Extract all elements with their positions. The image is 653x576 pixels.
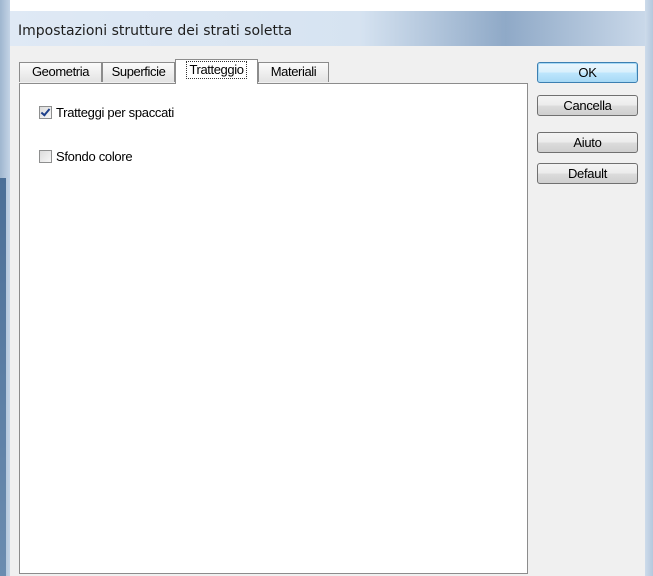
tab-label: Superficie bbox=[111, 64, 166, 79]
window-frame-right bbox=[645, 0, 653, 576]
cancel-button[interactable]: Cancella bbox=[537, 95, 638, 116]
tab-label: Geometria bbox=[31, 64, 90, 79]
checkbox-label: Sfondo colore bbox=[56, 148, 133, 164]
checkbox-label: Tratteggi per spaccati bbox=[56, 104, 174, 120]
tab-geometria[interactable]: Geometria bbox=[19, 62, 102, 82]
dialog-window: Impostazioni strutture dei strati solett… bbox=[0, 0, 653, 576]
tab-label: Materiali bbox=[270, 64, 317, 79]
tab-label: Tratteggio bbox=[186, 61, 247, 79]
tab-panel-tratteggio: Tratteggi per spaccati Sfondo colore bbox=[19, 83, 528, 574]
tab-materiali[interactable]: Materiali bbox=[258, 62, 329, 82]
window-title: Impostazioni strutture dei strati solett… bbox=[18, 23, 293, 39]
window-frame-left bbox=[0, 0, 10, 576]
help-button[interactable]: Aiuto bbox=[537, 132, 638, 153]
sfondo-colore-checkbox[interactable] bbox=[39, 149, 52, 163]
option-tratteggi-per-spaccati[interactable]: Tratteggi per spaccati bbox=[39, 104, 174, 120]
option-sfondo-colore[interactable]: Sfondo colore bbox=[39, 148, 133, 164]
tratteggi-per-spaccati-checkbox[interactable] bbox=[39, 105, 52, 119]
dialog-client-area: Geometria Superficie Tratteggio Material… bbox=[10, 46, 645, 576]
default-button[interactable]: Default bbox=[537, 163, 638, 184]
title-bar[interactable]: Impostazioni strutture dei strati solett… bbox=[10, 10, 645, 47]
tab-superficie[interactable]: Superficie bbox=[102, 62, 175, 82]
background-window-edge bbox=[0, 178, 6, 576]
ok-button[interactable]: OK bbox=[537, 62, 638, 83]
tab-tratteggio[interactable]: Tratteggio bbox=[175, 59, 258, 84]
